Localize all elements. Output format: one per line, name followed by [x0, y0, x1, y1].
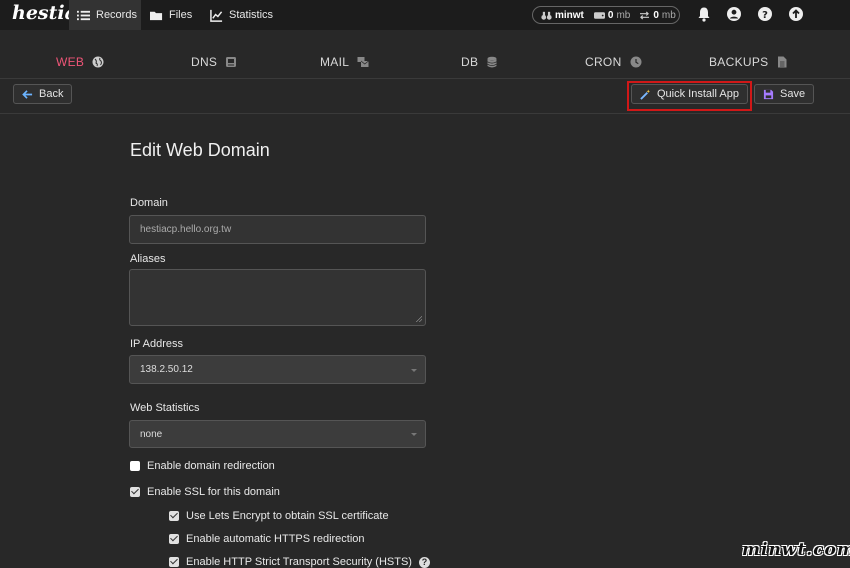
hsts-label: Enable HTTP Strict Transport Security (H… — [186, 556, 412, 568]
tab-dns-label: DNS — [191, 55, 218, 69]
letsencrypt-checkbox[interactable] — [169, 511, 179, 521]
floppy-disk-icon — [763, 89, 774, 99]
aliases-textarea[interactable] — [129, 269, 426, 326]
user-circle-icon[interactable] — [726, 6, 742, 22]
ip-address-label: IP Address — [130, 338, 183, 350]
https-redirect-label: Enable automatic HTTPS redirection — [186, 533, 365, 545]
disk-stat: 0 mb — [593, 9, 631, 21]
clock-icon — [630, 56, 642, 68]
hsts-option[interactable]: Enable HTTP Strict Transport Security (H… — [169, 556, 430, 568]
bandwidth-unit: mb — [661, 9, 676, 21]
https-redirect-option[interactable]: Enable automatic HTTPS redirection — [169, 533, 365, 545]
page-title: Edit Web Domain — [130, 140, 270, 160]
ssl-option[interactable]: Enable SSL for this domain — [130, 486, 280, 498]
folder-icon — [150, 11, 163, 20]
logout-icon[interactable] — [788, 6, 804, 22]
tab-backups-label: BACKUPS — [709, 55, 769, 69]
chart-icon — [210, 9, 223, 22]
ip-address-value: 138.2.50.12 — [140, 364, 193, 375]
web-statistics-label: Web Statistics — [130, 402, 200, 414]
letsencrypt-label: Use Lets Encrypt to obtain SSL certifica… — [186, 510, 389, 522]
arrow-left-icon — [22, 89, 33, 99]
domain-input[interactable]: hestiacp.hello.org.tw — [129, 215, 426, 244]
caret-down-icon — [411, 368, 417, 372]
divider-top — [0, 78, 850, 79]
tab-db-label: DB — [461, 55, 479, 69]
hdd-icon — [593, 11, 605, 19]
svg-text:?: ? — [762, 10, 768, 21]
https-redirect-checkbox[interactable] — [169, 534, 179, 544]
nav-files-label: Files — [169, 9, 193, 21]
disk-unit: mb — [616, 9, 631, 21]
caret-down-icon — [411, 433, 417, 436]
exchange-icon — [640, 10, 650, 20]
web-statistics-value: none — [140, 428, 163, 440]
nav-records[interactable]: Records — [69, 0, 141, 30]
username: minwt — [555, 9, 584, 21]
tab-web-label: WEB — [56, 55, 85, 69]
quick-install-highlight-frame — [627, 81, 752, 111]
tab-cron-label: CRON — [585, 55, 622, 69]
mail-icon — [357, 57, 369, 67]
back-button[interactable]: Back — [13, 84, 73, 104]
tab-mail[interactable]: MAIL — [320, 55, 369, 69]
tab-dns[interactable]: DNS — [191, 55, 237, 69]
help-circle-icon[interactable]: ? — [757, 6, 773, 22]
bandwidth-value: 0 — [653, 9, 659, 21]
save-button-label: Save — [780, 88, 806, 100]
domain-redirection-checkbox[interactable] — [130, 461, 140, 471]
ip-address-select[interactable]: 138.2.50.12 — [129, 355, 426, 384]
nav-records-label: Records — [96, 9, 137, 21]
back-button-label: Back — [39, 88, 64, 100]
tab-web[interactable]: WEB — [56, 55, 104, 69]
nav-files[interactable]: Files — [150, 0, 192, 30]
file-icon — [778, 56, 787, 68]
watermark-text: minwt.com — [742, 540, 850, 560]
save-button[interactable]: Save — [754, 84, 815, 104]
divider-toolbar — [0, 113, 850, 114]
nav-statistics-label: Statistics — [229, 9, 274, 21]
section-tabs: WEB DNS MAIL DB CRON BACKUPS — [0, 30, 850, 78]
bandwidth-stat: 0 mb — [639, 9, 676, 21]
disk-value: 0 — [607, 9, 614, 21]
domain-redirection-option[interactable]: Enable domain redirection — [130, 460, 275, 472]
ssl-checkbox[interactable] — [130, 487, 140, 497]
globe-icon — [92, 56, 104, 68]
list-icon — [77, 10, 90, 20]
domain-label: Domain — [130, 197, 168, 209]
ssl-label: Enable SSL for this domain — [147, 486, 280, 498]
tab-db[interactable]: DB — [461, 55, 498, 69]
user-stat: minwt — [541, 10, 584, 21]
binoculars-icon — [541, 11, 552, 20]
domain-input-value: hestiacp.hello.org.tw — [140, 224, 232, 235]
hestia-logo[interactable]: hestia — [12, 2, 77, 24]
bell-icon[interactable] — [696, 6, 712, 22]
tab-cron[interactable]: CRON — [585, 55, 642, 69]
web-statistics-select[interactable]: none — [129, 420, 426, 448]
aliases-label: Aliases — [130, 253, 166, 265]
tab-backups[interactable]: BACKUPS — [709, 55, 788, 69]
letsencrypt-option[interactable]: Use Lets Encrypt to obtain SSL certifica… — [169, 510, 389, 522]
top-bar: hestia Records Files Statistics minwt 0 … — [0, 0, 850, 30]
resize-grip-icon[interactable] — [415, 315, 422, 322]
tab-mail-label: MAIL — [320, 55, 350, 69]
user-stats-pill[interactable]: minwt 0 mb 0 mb — [532, 6, 680, 24]
database-icon — [487, 56, 497, 68]
nav-statistics[interactable]: Statistics — [210, 0, 273, 30]
domain-redirection-label: Enable domain redirection — [147, 460, 275, 472]
server-icon — [226, 57, 237, 67]
